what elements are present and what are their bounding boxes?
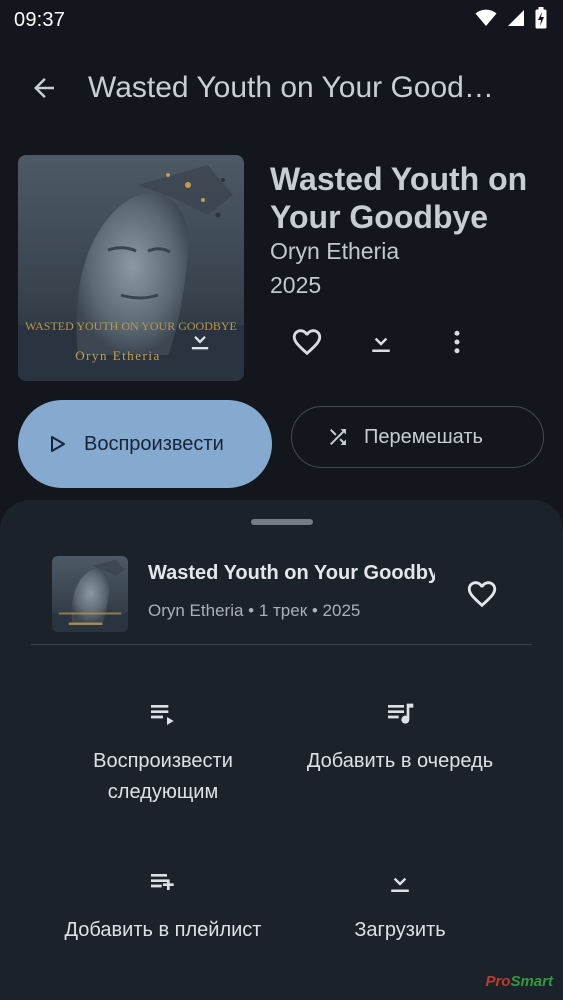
menu-play-next-label: Воспроизвести следующим [93,750,233,803]
heart-outline-icon [292,329,322,356]
sheet-favorite-button[interactable] [458,570,506,618]
status-icons [475,6,547,34]
download-icon [372,329,390,352]
menu-add-to-queue-label: Добавить в очередь [306,750,494,772]
play-button[interactable]: Воспроизвести [18,400,272,488]
sheet-album-thumbnail [52,556,128,632]
menu-add-to-playlist[interactable]: Добавить в плейлист [48,864,278,946]
album-year: 2025 [270,272,322,298]
queue-music-icon [388,703,414,724]
drag-handle[interactable] [251,519,313,525]
watermark-part2: Smart [510,973,553,990]
album-title: Wasted Youth on Your Goodbye [270,161,528,235]
playlist-add-icon [151,874,174,890]
menu-add-to-playlist-label: Добавить в плейлист [64,919,262,941]
wifi-icon [475,9,497,32]
shuffle-button[interactable]: Перемешать [291,406,544,468]
play-button-label: Воспроизвести [84,433,224,455]
menu-download[interactable]: Загрузить [285,864,515,946]
battery-charging-icon [535,6,547,34]
album-artist[interactable]: Oryn Etheria [270,238,399,265]
more-vert-icon [454,330,460,354]
menu-add-to-queue[interactable]: Добавить в очередь [285,695,515,777]
play-next-icon [151,705,174,725]
status-time: 09:37 [14,8,66,31]
watermark-part1: Pro [485,973,511,990]
sheet-divider [31,644,532,645]
download-icon [391,869,409,892]
bottom-sheet: Wasted Youth on Your Goodbye Oryn Etheri… [0,500,563,1000]
arrow-back-icon [34,78,54,98]
back-button[interactable] [20,64,68,112]
album-actions [283,318,481,366]
sheet-album-meta: Oryn Etheria • 1 трек • 2025 [148,601,361,620]
menu-download-label: Загрузить [354,919,446,941]
shuffle-icon [330,429,346,445]
sheet-album-title: Wasted Youth on Your Goodbye [148,562,435,584]
favorite-button[interactable] [283,318,331,366]
download-button[interactable] [357,318,405,366]
heart-outline-icon [467,581,497,608]
menu-play-next[interactable]: Воспроизвести следующим [48,695,278,808]
watermark-logo: ProSmart [485,973,553,990]
cover-text-bottom: Oryn Etheria [75,348,161,363]
page-title: Wasted Youth on Your Good… [88,71,494,104]
play-icon [51,436,65,452]
download-icon [191,328,209,350]
more-options-button[interactable] [433,318,481,366]
shuffle-button-label: Перемешать [364,425,483,448]
cover-download-button[interactable] [182,322,218,358]
status-bar: 09:37 [0,0,563,40]
top-app-bar: Wasted Youth on Your Good… [0,56,563,120]
signal-icon [507,9,525,32]
